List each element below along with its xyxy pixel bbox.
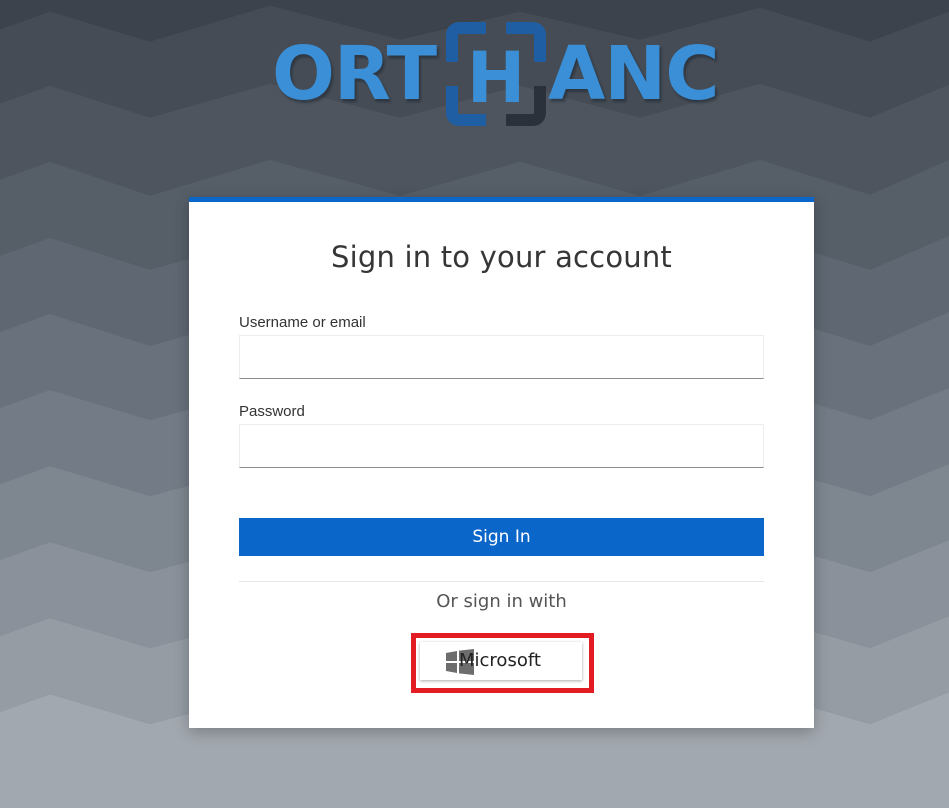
orthanc-logo: ORT H ANC xyxy=(272,22,732,126)
password-label: Password xyxy=(239,403,305,420)
microsoft-button-label: Microsoft xyxy=(459,650,541,671)
password-input[interactable] xyxy=(239,424,764,468)
login-card: Sign in to your account Username or emai… xyxy=(189,197,814,728)
logo-h-mark: H xyxy=(446,22,546,126)
logo-h-letter: H xyxy=(467,37,526,119)
username-label: Username or email xyxy=(239,314,366,331)
logo-text-right: ANC xyxy=(548,31,720,117)
page-title: Sign in to your account xyxy=(330,240,673,274)
username-input[interactable] xyxy=(239,335,764,379)
divider xyxy=(239,581,764,582)
logo-text-left: ORT xyxy=(272,31,437,117)
or-sign-in-with-text: Or sign in with xyxy=(436,591,567,612)
sign-in-button[interactable]: Sign In xyxy=(239,518,764,556)
microsoft-sign-in-button[interactable]: Microsoft xyxy=(420,642,582,680)
